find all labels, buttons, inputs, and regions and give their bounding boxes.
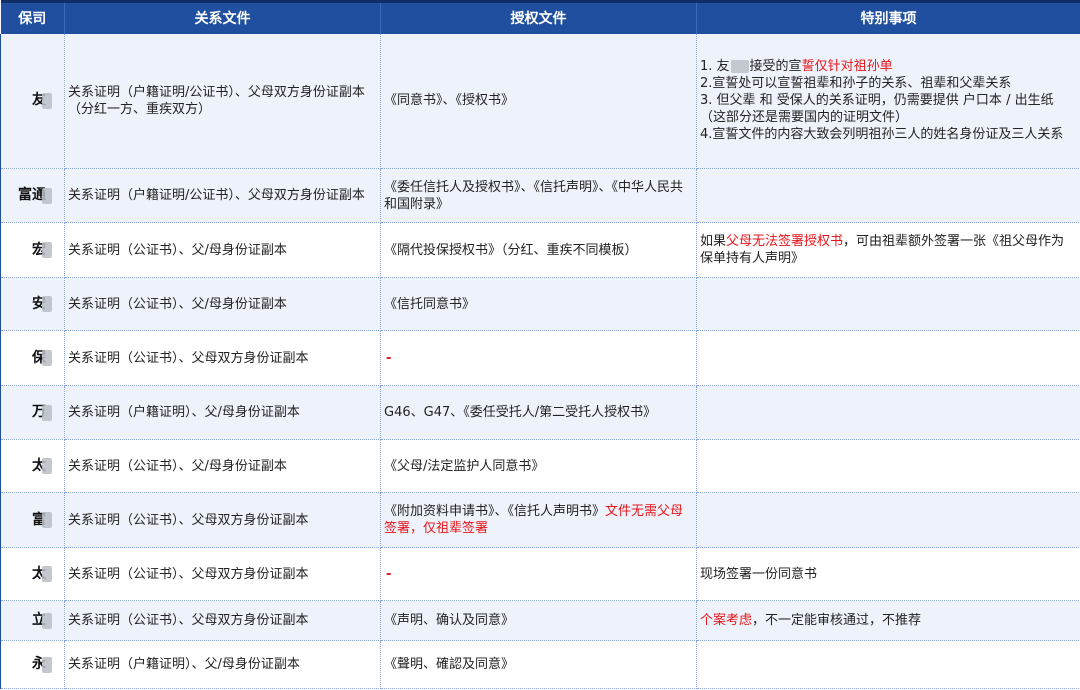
auth-cell: 《隔代投保授权书》（分红、重疾不同模板） <box>380 222 697 278</box>
insurer-cell: 万 <box>0 385 65 440</box>
table-row: 富通 关系证明（户籍证明/公证书）、父母双方身份证副本 《委任信托人及授权书》、… <box>0 168 1080 223</box>
table-row: 宏 关系证明（公证书）、父/母身份证副本 《隔代投保授权书》（分红、重疾不同模板… <box>0 222 1080 278</box>
header-insurer: 保司 <box>0 0 65 34</box>
note-line: 3. 但父辈 和 受保人的关系证明，仍需要提供 户口本 / 出生纸（这部分还是需… <box>700 93 1054 126</box>
redaction-blur <box>42 92 52 109</box>
redaction-blur <box>42 566 52 582</box>
insurer-cell: 友 <box>0 33 65 169</box>
redaction-blur <box>42 296 52 312</box>
auth-cell: 《同意书》、《授权书》 <box>380 33 697 169</box>
header-relation-docs: 关系文件 <box>64 0 381 34</box>
auth-cell: 《信托同意书》 <box>380 277 697 331</box>
special-cell: 如果父母无法签署授权书，可由祖辈额外签署一张《祖父母作为保单持有人声明》 <box>696 222 1080 278</box>
special-cell <box>696 168 1080 223</box>
table-row: 太 关系证明（公证书）、父/母身份证副本 《父母/法定监护人同意书》 <box>0 439 1080 493</box>
redaction-blur <box>42 458 52 474</box>
special-cell <box>696 439 1080 493</box>
auth-cell: 《聲明、確認及同意》 <box>380 640 697 689</box>
special-cell <box>696 640 1080 689</box>
auth-cell: - <box>380 547 697 601</box>
table-row: 友 关系证明（户籍证明/公证书）、父母双方身份证副本（分红一方、重疾双方） 《同… <box>0 33 1080 169</box>
auth-cell: 《委任信托人及授权书》、《信托声明》、《中华人民共和国附录》 <box>380 168 697 223</box>
insurer-cell: 富通 <box>0 168 65 223</box>
redaction-blur <box>42 350 52 366</box>
special-cell: 现场签署一份同意书 <box>696 547 1080 601</box>
insurer-cell: 宏 <box>0 222 65 278</box>
relation-cell: 关系证明（户籍证明/公证书）、父母双方身份证副本 <box>64 168 381 223</box>
relation-cell: 关系证明（公证书）、父/母身份证副本 <box>64 277 381 331</box>
special-cell <box>696 492 1080 548</box>
insurer-cell: 太 <box>0 547 65 601</box>
auth-cell: 《父母/法定监护人同意书》 <box>380 439 697 493</box>
relation-cell: 关系证明（户籍证明）、父/母身份证副本 <box>64 640 381 689</box>
special-cell: 1. 友接受的宣誓仅针对祖孙单 2.宣誓处可以宣誓祖辈和孙子的关系、祖辈和父辈关… <box>696 33 1080 169</box>
redaction-blur <box>42 512 52 528</box>
insurer-cell: 立 <box>0 600 65 641</box>
dash-mark: - <box>386 350 392 366</box>
auth-cell: G46、G47、《委任受托人/第二受托人授权书》 <box>380 385 697 440</box>
table-row: 安 关系证明（公证书）、父/母身份证副本 《信托同意书》 <box>0 277 1080 331</box>
auth-cell: 《声明、确认及同意》 <box>380 600 697 641</box>
special-cell <box>696 385 1080 440</box>
note-line: 4.宣誓文件的内容大致会列明祖孙三人的姓名身份证及三人关系 <box>700 127 1064 143</box>
relation-cell: 关系证明（公证书）、父/母身份证副本 <box>64 439 381 493</box>
redaction-blur <box>42 242 52 258</box>
relation-cell: 关系证明（公证书）、父母双方身份证副本 <box>64 492 381 548</box>
header-auth-docs: 授权文件 <box>380 0 697 34</box>
auth-cell: - <box>380 330 697 386</box>
insurer-cell: 太 <box>0 439 65 493</box>
redaction-blur <box>730 60 749 74</box>
header-special-notes: 特别事项 <box>696 0 1080 34</box>
relation-cell: 关系证明（户籍证明/公证书）、父母双方身份证副本（分红一方、重疾双方） <box>64 33 381 169</box>
special-cell <box>696 330 1080 386</box>
auth-cell: 《附加资料申请书》、《信托人声明书》文件无需父母签署，仅祖辈签署 <box>380 492 697 548</box>
relation-cell: 关系证明（公证书）、父母双方身份证副本 <box>64 547 381 601</box>
insurer-documents-table: 保司 关系文件 授权文件 特别事项 友 关系证明（户籍证明/公证书）、父母双方身… <box>0 0 1080 689</box>
special-cell: 个案考虑，不一定能审核通过，不推荐 <box>696 600 1080 641</box>
table-row: 保 关系证明（公证书）、父母双方身份证副本 - <box>0 330 1080 386</box>
redaction-blur <box>42 612 52 629</box>
relation-cell: 关系证明（公证书）、父母双方身份证副本 <box>64 600 381 641</box>
insurer-cell: 永 <box>0 640 65 689</box>
redaction-blur <box>42 187 52 204</box>
relation-cell: 关系证明（公证书）、父/母身份证副本 <box>64 222 381 278</box>
note-line: 1. 友接受的宣誓仅针对祖孙单 <box>700 59 893 75</box>
table-row: 富 关系证明（公证书）、父母双方身份证副本 《附加资料申请书》、《信托人声明书》… <box>0 492 1080 548</box>
insurer-cell: 安 <box>0 277 65 331</box>
redaction-blur <box>42 656 52 673</box>
dash-mark: - <box>386 566 392 582</box>
insurer-cell: 富 <box>0 492 65 548</box>
relation-cell: 关系证明（公证书）、父母双方身份证副本 <box>64 330 381 386</box>
table-row: 永 关系证明（户籍证明）、父/母身份证副本 《聲明、確認及同意》 <box>0 640 1080 689</box>
table-row: 太 关系证明（公证书）、父母双方身份证副本 - 现场签署一份同意书 <box>0 547 1080 601</box>
header-row: 保司 关系文件 授权文件 特别事项 <box>0 0 1080 34</box>
note-line: 2.宣誓处可以宣誓祖辈和孙子的关系、祖辈和父辈关系 <box>700 76 1012 92</box>
table-row: 万 关系证明（户籍证明）、父/母身份证副本 G46、G47、《委任受托人/第二受… <box>0 385 1080 440</box>
special-cell <box>696 277 1080 331</box>
insurer-cell: 保 <box>0 330 65 386</box>
redaction-blur <box>42 404 52 421</box>
table-row: 立 关系证明（公证书）、父母双方身份证副本 《声明、确认及同意》 个案考虑，不一… <box>0 600 1080 641</box>
relation-cell: 关系证明（户籍证明）、父/母身份证副本 <box>64 385 381 440</box>
